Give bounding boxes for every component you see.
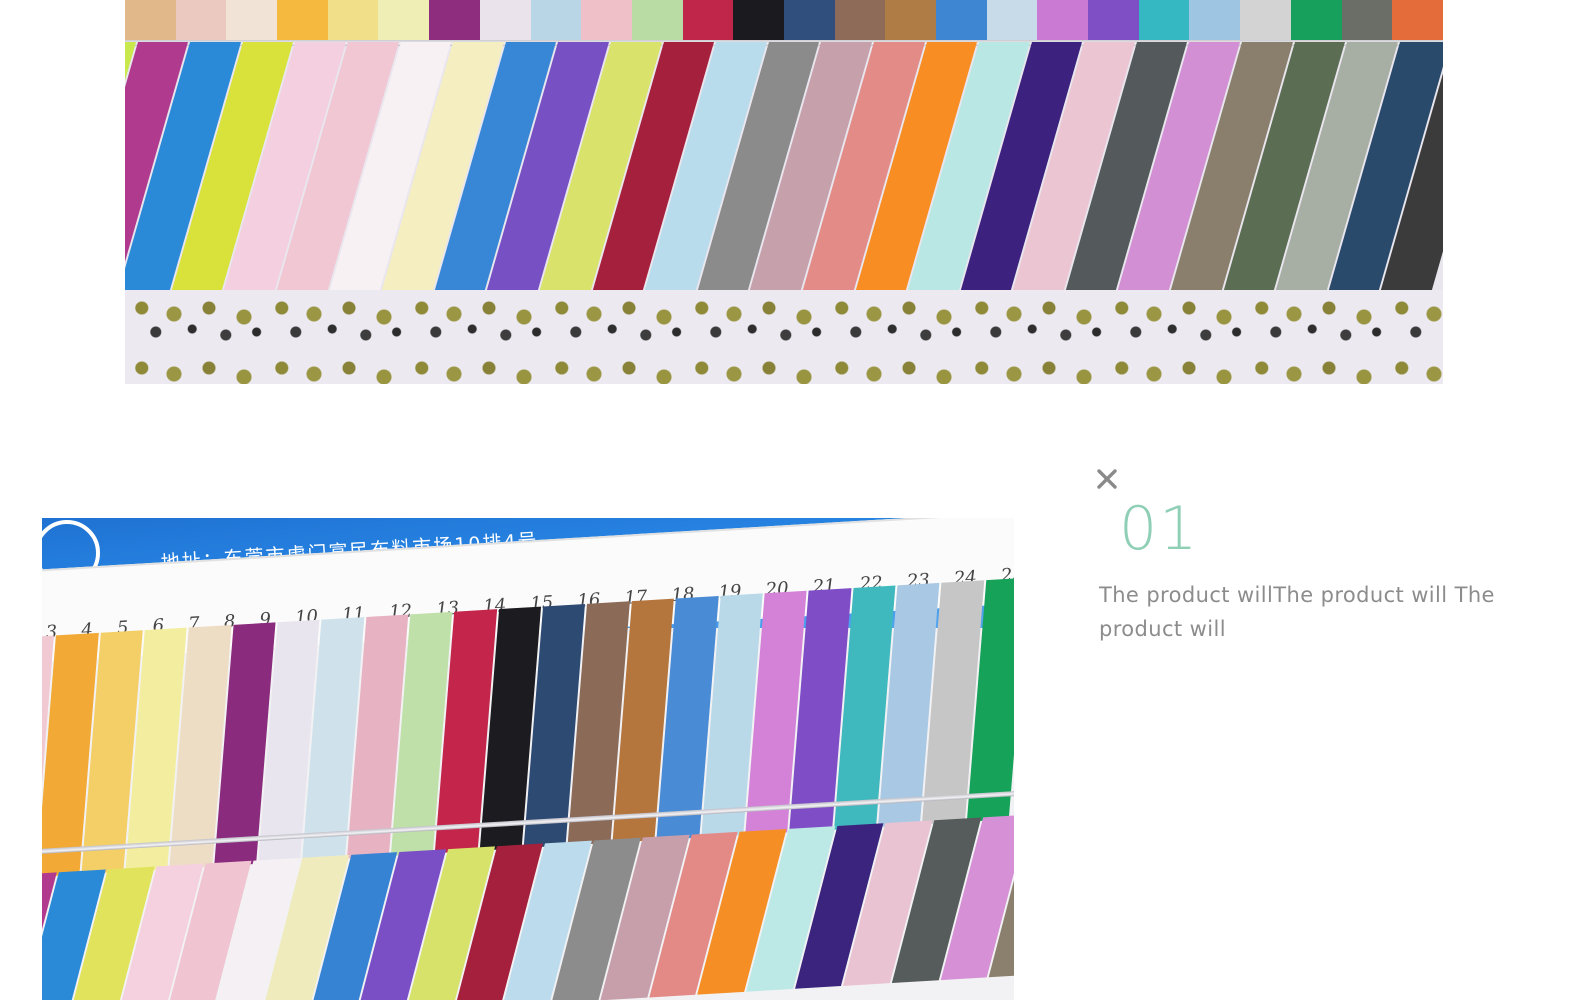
fabric-photo-bottom: 地址：东莞市虎门富民布料市场10排4号 34567891011121314151… xyxy=(42,518,1014,1000)
fabric-swatch xyxy=(1037,0,1089,44)
fabric-swatch xyxy=(581,0,632,44)
fabric-swatch xyxy=(226,0,278,44)
fabric-swatch xyxy=(885,0,936,44)
close-button[interactable] xyxy=(1094,466,1120,492)
fabric-swatch xyxy=(682,0,734,44)
fabric-swatch xyxy=(429,0,480,44)
fabric-swatch xyxy=(986,0,1038,44)
swatch-row-upper xyxy=(125,0,1443,44)
fabric-swatch xyxy=(1290,0,1342,44)
fabric-swatch xyxy=(783,0,835,44)
fabric-swatch xyxy=(479,0,531,44)
fabric-swatch xyxy=(733,0,784,44)
fabric-swatch xyxy=(1088,0,1139,44)
fabric-swatch xyxy=(175,0,227,44)
swatch-strips xyxy=(125,42,1443,302)
fabric-swatch xyxy=(1341,0,1393,44)
fabric-swatch xyxy=(277,0,328,44)
item-index-number: 01 xyxy=(1119,494,1200,564)
close-icon xyxy=(1097,469,1117,489)
fabric-swatch xyxy=(378,0,430,44)
fabric-swatch xyxy=(1392,0,1443,44)
floor-pattern xyxy=(125,290,1443,384)
fabric-swatch xyxy=(936,0,987,44)
product-description: The product willThe product will The pro… xyxy=(1099,583,1495,641)
fabric-swatch xyxy=(1138,0,1190,44)
fabric-swatch xyxy=(1189,0,1241,44)
fabric-swatch xyxy=(327,0,379,44)
fabric-swatch xyxy=(530,0,582,44)
fabric-swatch xyxy=(125,0,176,44)
fabric-swatch xyxy=(834,0,886,44)
fabric-photo-top xyxy=(125,0,1443,384)
fabric-swatch xyxy=(631,0,683,44)
fabric-swatch xyxy=(1240,0,1291,44)
